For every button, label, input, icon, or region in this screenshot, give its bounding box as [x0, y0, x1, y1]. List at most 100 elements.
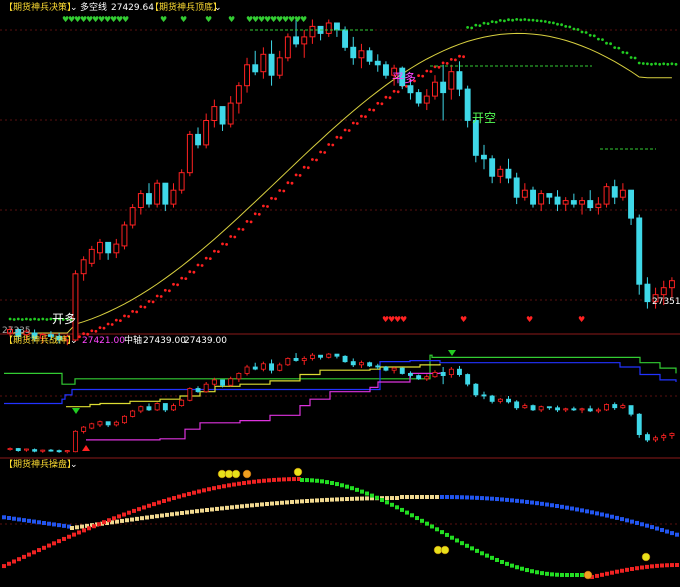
oscillator-square	[365, 496, 369, 501]
dropdown-chevron-icon[interactable]: ⌄	[70, 3, 78, 13]
smiley-icon	[293, 467, 303, 477]
oscillator-square	[645, 564, 649, 569]
red-dot	[360, 114, 363, 118]
down-candle	[505, 168, 512, 179]
mid-down-candle	[195, 388, 201, 393]
oscillator-square	[57, 539, 61, 544]
down-candle	[456, 71, 463, 90]
oscillator-square	[465, 495, 469, 500]
red-dot	[139, 305, 143, 308]
dropdown-chevron-icon[interactable]: ⌄	[70, 336, 78, 346]
oscillator-square	[205, 508, 209, 513]
mid-up-candle	[73, 430, 78, 453]
red-dot	[135, 310, 139, 314]
oscillator-square	[345, 497, 349, 502]
oscillator-square	[112, 516, 116, 521]
oscillator-square	[280, 500, 284, 505]
up-candle	[309, 25, 316, 38]
green-dot	[588, 33, 592, 37]
oscillator-square	[450, 535, 454, 540]
oscillator-square	[335, 482, 339, 487]
down-candle	[219, 106, 226, 125]
green-dot	[470, 26, 474, 30]
down-candle	[374, 60, 381, 66]
up-candle	[448, 71, 455, 90]
oscillator-square	[225, 505, 229, 510]
oscillator-square	[230, 505, 234, 510]
oscillator-square	[22, 554, 26, 559]
green-dot	[637, 61, 641, 65]
oscillator-square	[445, 532, 449, 537]
mid-down-candle	[416, 375, 422, 380]
last-price-label: 27351	[652, 297, 680, 307]
mid-down-candle	[399, 367, 405, 374]
down-candle	[366, 50, 373, 62]
mid-up-candle	[7, 448, 13, 451]
oscillator-square	[640, 522, 644, 527]
oscillator-square	[47, 521, 51, 526]
oscillator-square	[490, 496, 494, 501]
oscillator-square	[160, 513, 164, 518]
oscillator-square	[300, 478, 304, 482]
mid-up-candle	[669, 433, 675, 436]
green-dot	[613, 46, 617, 49]
oscillator-square	[670, 563, 674, 568]
green-dot	[490, 20, 494, 23]
oscillator-square	[2, 515, 6, 520]
oscillator-square	[292, 477, 296, 482]
oscillator-square	[282, 477, 286, 482]
oscillator-square	[430, 524, 434, 529]
oscillator-square	[305, 478, 309, 483]
oscillator-square	[655, 526, 659, 531]
red-dot	[282, 189, 286, 193]
top-indicator-name: 【期货神兵顶底】	[150, 1, 222, 13]
oscillator-square	[515, 565, 519, 570]
mid-down-candle	[555, 407, 560, 411]
oscillator-square	[2, 564, 6, 569]
line-value: 27429.64	[111, 3, 154, 13]
red-dot	[131, 310, 135, 313]
mid-up-candle	[620, 405, 626, 409]
red-dot	[155, 294, 159, 298]
green-dot	[641, 62, 645, 65]
oscillator-square	[237, 481, 241, 486]
oscillator-square	[242, 481, 246, 486]
down-candle	[252, 64, 259, 73]
mid-down-candle	[48, 449, 54, 452]
mid-up-candle	[522, 405, 528, 409]
oscillator-square	[260, 502, 264, 507]
green-dot	[650, 62, 653, 66]
green-dot	[41, 317, 45, 321]
red-dot	[343, 128, 347, 132]
red-dot	[208, 257, 212, 260]
oscillator-square	[170, 512, 174, 517]
oscillator-square	[445, 495, 449, 500]
red-dot	[270, 196, 273, 200]
dropdown-chevron-icon[interactable]: ⌄	[70, 460, 78, 470]
green-dot	[37, 318, 41, 321]
oscillator-square	[17, 517, 21, 522]
green-dot	[568, 25, 572, 29]
mid-up-candle	[358, 362, 364, 366]
oscillator-square	[635, 520, 639, 525]
oscillator-square	[355, 496, 359, 501]
signal-open-long: 开多	[52, 312, 76, 326]
oscillator-square	[565, 573, 569, 577]
oscillator-square	[485, 496, 489, 501]
red-dot	[396, 90, 400, 94]
red-dot	[351, 121, 355, 125]
oscillator-square	[520, 566, 524, 571]
green-dot	[617, 46, 621, 50]
oscillator-square	[180, 511, 184, 515]
oscillator-square	[212, 486, 216, 491]
dropdown-chevron-icon[interactable]: ⌄	[214, 3, 222, 13]
red-dot	[323, 151, 327, 154]
oscillator-square	[52, 522, 56, 527]
oscillator-square	[80, 524, 84, 529]
down-candle	[350, 46, 357, 59]
mid-up-candle	[563, 408, 569, 411]
oscillator-square	[182, 493, 186, 498]
green-dot	[511, 18, 514, 22]
oscillator-square	[27, 552, 31, 557]
oscillator-square	[420, 495, 424, 499]
